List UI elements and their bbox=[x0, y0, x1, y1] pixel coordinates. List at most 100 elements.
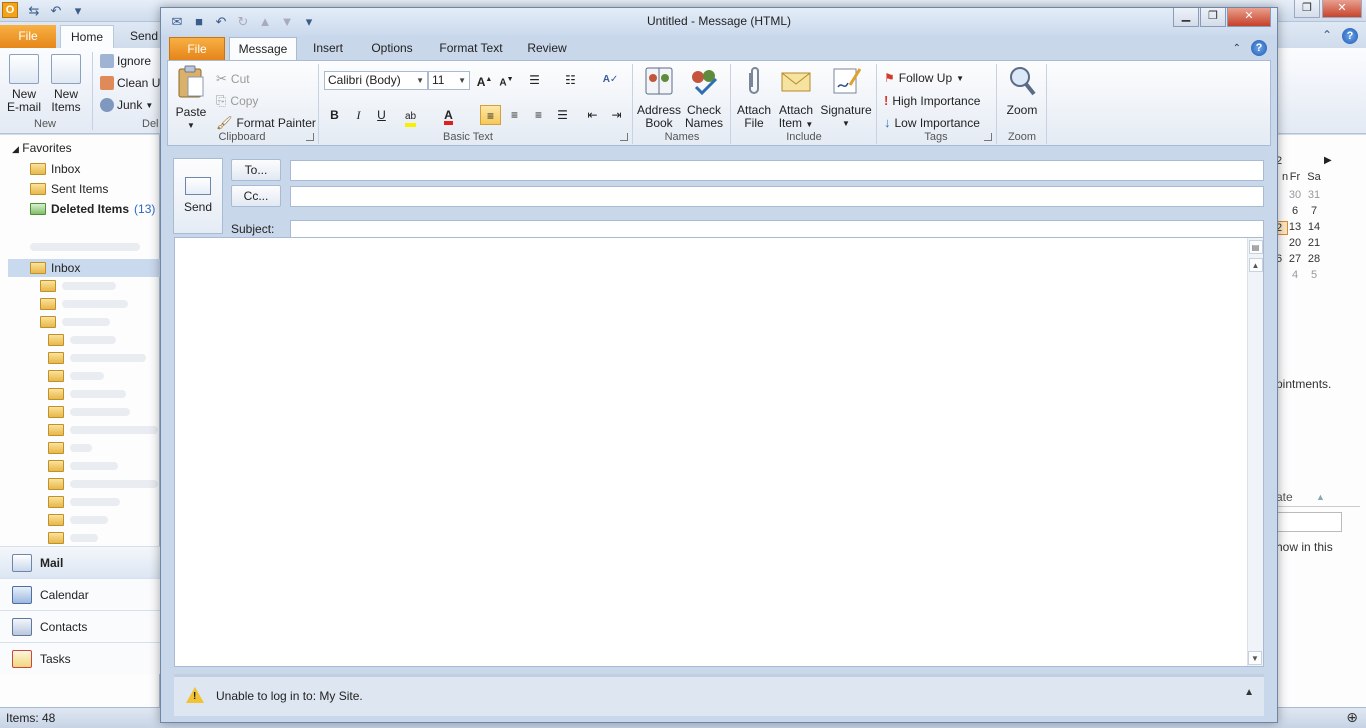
format-painter-button[interactable]: 🖌 Format Painter bbox=[216, 115, 316, 131]
message-app-icon[interactable]: ✉ bbox=[169, 14, 185, 30]
tab-message[interactable]: Message bbox=[229, 37, 297, 60]
favorites-header[interactable]: ◢ Favorites bbox=[12, 141, 72, 155]
align-right-button[interactable]: ≡ bbox=[528, 105, 549, 125]
favorite-sent-items[interactable]: Sent Items bbox=[30, 180, 108, 198]
undo-icon[interactable]: ↶ bbox=[213, 14, 229, 30]
customize-qat-icon[interactable]: ▾ bbox=[301, 14, 317, 30]
task-column-header[interactable]: ate ▲ bbox=[1276, 487, 1360, 507]
next-item-icon[interactable]: ▼ bbox=[279, 14, 295, 30]
restore-icon[interactable]: ❐ bbox=[1294, 0, 1320, 18]
junk-button[interactable]: Junk ▼ bbox=[100, 98, 153, 112]
scroll-up-icon[interactable]: ▲ bbox=[1248, 258, 1263, 272]
nav-tasks-button[interactable]: Tasks bbox=[0, 642, 160, 674]
minimize-ribbon-icon[interactable]: ⌃ bbox=[1233, 43, 1241, 54]
main-help-icon[interactable]: ? bbox=[1342, 28, 1358, 44]
collapse-info-bar-icon[interactable]: ▲ bbox=[1244, 687, 1254, 698]
cal-day[interactable]: 7 bbox=[1305, 205, 1323, 217]
bullets-button[interactable]: ☰ bbox=[524, 70, 545, 90]
signature-button[interactable]: Signature ▼ bbox=[818, 65, 874, 130]
font-size-select[interactable]: 11 ▼ bbox=[428, 71, 470, 90]
cal-day[interactable]: 14 bbox=[1305, 221, 1323, 233]
address-book-button[interactable]: Address Book bbox=[636, 65, 682, 130]
main-file-tab[interactable]: File bbox=[0, 25, 56, 48]
minimize-icon[interactable]: ▁ bbox=[1173, 8, 1199, 27]
low-importance-button[interactable]: ↓ Low Importance bbox=[884, 115, 980, 130]
list-item[interactable] bbox=[48, 331, 64, 349]
cc-button[interactable]: Cc... bbox=[231, 185, 281, 207]
list-item[interactable] bbox=[48, 529, 64, 547]
file-tab[interactable]: File bbox=[169, 37, 225, 60]
minimize-ribbon-icon[interactable]: ⌃ bbox=[1322, 28, 1332, 44]
customize-qat-icon[interactable]: ▾ bbox=[70, 3, 86, 19]
close-icon[interactable]: ✕ bbox=[1227, 8, 1271, 27]
cal-day[interactable]: 5 bbox=[1305, 269, 1323, 281]
cal-day[interactable]: 30 bbox=[1286, 189, 1304, 201]
check-names-button[interactable]: Check Names bbox=[682, 65, 726, 130]
send-button[interactable]: Send bbox=[173, 158, 223, 234]
align-left-button[interactable]: ≡ bbox=[480, 105, 501, 125]
nav-calendar-button[interactable]: Calendar bbox=[0, 578, 160, 610]
help-icon[interactable]: ? bbox=[1251, 40, 1267, 56]
tab-review[interactable]: Review bbox=[521, 37, 573, 60]
bold-button[interactable]: B bbox=[324, 105, 345, 125]
list-item[interactable] bbox=[48, 385, 64, 403]
list-item[interactable] bbox=[48, 349, 64, 367]
font-color-button[interactable]: A bbox=[438, 105, 459, 125]
cut-button[interactable]: ✂ Cut bbox=[216, 71, 250, 87]
scroll-down-icon[interactable]: ▼ bbox=[1248, 651, 1262, 665]
favorite-deleted-items[interactable]: Deleted Items (13) bbox=[30, 200, 155, 218]
cal-day[interactable]: 27 bbox=[1286, 253, 1304, 265]
cal-day[interactable]: 13 bbox=[1286, 221, 1304, 233]
align-center-button[interactable]: ≡ bbox=[504, 105, 525, 125]
next-month-icon[interactable]: ▶ bbox=[1324, 155, 1332, 166]
to-field[interactable] bbox=[290, 160, 1264, 181]
message-body[interactable]: ▤ ▲ ▼ bbox=[174, 237, 1264, 667]
tags-dialog-launcher[interactable] bbox=[984, 133, 992, 141]
basic-text-dialog-launcher[interactable] bbox=[620, 133, 628, 141]
cal-day[interactable]: 6 bbox=[1286, 205, 1304, 217]
previous-item-icon[interactable]: ▲ bbox=[257, 14, 273, 30]
nav-mail-button[interactable]: Mail bbox=[0, 546, 160, 578]
inbox-folder[interactable]: Inbox bbox=[30, 259, 80, 277]
clear-formatting-button[interactable]: A✓ bbox=[600, 70, 621, 90]
shrink-font-button[interactable]: A▼ bbox=[496, 70, 517, 90]
attach-item-button[interactable]: Attach Item ▼ bbox=[774, 65, 818, 131]
list-item[interactable] bbox=[48, 421, 64, 439]
list-item[interactable] bbox=[48, 403, 64, 421]
clean-up-button[interactable]: Clean U bbox=[100, 76, 160, 90]
attach-file-button[interactable]: Attach File bbox=[734, 65, 774, 130]
list-item[interactable] bbox=[48, 511, 64, 529]
copy-button[interactable]: ⎘ Copy bbox=[216, 93, 258, 109]
new-email-button[interactable]: New E-mail bbox=[4, 54, 44, 114]
grow-font-button[interactable]: A▲ bbox=[474, 70, 495, 90]
follow-up-button[interactable]: ⚑ Follow Up ▼ bbox=[884, 71, 964, 85]
list-item[interactable] bbox=[48, 367, 64, 385]
sort-up-icon[interactable]: ▲ bbox=[1316, 487, 1325, 507]
main-tab-send[interactable]: Send bbox=[124, 25, 164, 48]
type-new-task-input[interactable] bbox=[1276, 512, 1342, 532]
favorite-inbox[interactable]: Inbox bbox=[30, 160, 80, 178]
zoom-button[interactable]: Zoom bbox=[1002, 65, 1042, 117]
high-importance-button[interactable]: ! High Importance bbox=[884, 93, 980, 108]
clipboard-dialog-launcher[interactable] bbox=[306, 133, 314, 141]
cal-day[interactable]: 31 bbox=[1305, 189, 1323, 201]
highlight-button[interactable]: ab bbox=[400, 105, 421, 127]
cal-day[interactable]: 20 bbox=[1286, 237, 1304, 249]
outlook-app-icon[interactable]: O bbox=[2, 2, 18, 18]
list-item[interactable] bbox=[48, 493, 64, 511]
undo-icon[interactable]: ↶ bbox=[48, 3, 64, 19]
to-button[interactable]: To... bbox=[231, 159, 281, 181]
tab-format-text[interactable]: Format Text bbox=[433, 37, 509, 60]
body-scrollbar[interactable]: ▤ ▲ ▼ bbox=[1247, 238, 1263, 666]
cal-day[interactable]: 4 bbox=[1286, 269, 1304, 281]
list-item[interactable] bbox=[48, 475, 64, 493]
numbering-button[interactable]: ☷ bbox=[560, 70, 581, 90]
save-icon[interactable]: ■ bbox=[191, 14, 207, 30]
ruler-toggle-icon[interactable]: ▤ bbox=[1248, 240, 1263, 254]
cal-day[interactable]: 28 bbox=[1305, 253, 1323, 265]
font-name-select[interactable]: Calibri (Body) ▼ bbox=[324, 71, 428, 90]
send-receive-icon[interactable]: ⇆ bbox=[26, 3, 42, 19]
list-item[interactable] bbox=[40, 313, 56, 331]
new-items-button[interactable]: New Items bbox=[46, 54, 86, 114]
cc-field[interactable] bbox=[290, 186, 1264, 207]
